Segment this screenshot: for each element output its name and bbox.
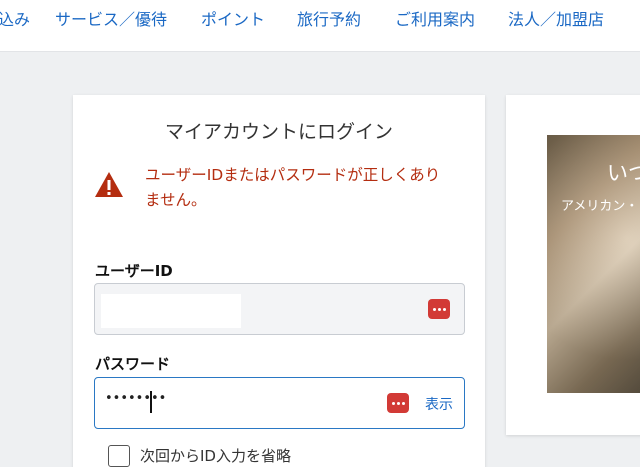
login-error-message: ユーザーIDまたはパスワードが正しくありません。 [145, 166, 441, 209]
show-password-button[interactable]: 表示 [425, 394, 453, 414]
promo-subtitle: アメリカン・ [561, 199, 639, 214]
password-field[interactable]: •••••••• 表示 [94, 377, 465, 429]
user-id-label: ユーザーID [95, 262, 173, 280]
nav-item-services[interactable]: サービス／優待 [55, 6, 167, 30]
remember-id-label: 次回からID入力を省略 [140, 447, 291, 465]
nav-item-application[interactable]: 込み [0, 6, 30, 30]
promo-title: いつ [607, 161, 640, 185]
nav-item-points[interactable]: ポイント [201, 6, 265, 30]
password-manager-icon[interactable] [387, 393, 409, 413]
promo-image[interactable]: いつ アメリカン・ [547, 135, 640, 393]
login-card: マイアカウントにログイン ユーザーIDまたはパスワードが正しくありません。 ユー… [73, 95, 485, 467]
nav-item-travel[interactable]: 旅行予約 [297, 6, 361, 30]
user-id-value [101, 294, 241, 328]
password-manager-icon[interactable] [428, 299, 450, 319]
remember-id-checkbox[interactable] [108, 445, 130, 467]
text-caret [150, 391, 152, 413]
nav-item-corporate[interactable]: 法人／加盟店 [508, 6, 604, 30]
user-id-field[interactable] [94, 283, 465, 335]
warning-triangle-icon [95, 172, 123, 197]
top-navigation: 込み サービス／優待 ポイント 旅行予約 ご利用案内 法人／加盟店 [0, 0, 640, 52]
password-value: •••••••• [105, 391, 167, 406]
nav-item-guide[interactable]: ご利用案内 [395, 6, 475, 30]
password-label: パスワード [95, 355, 171, 373]
login-title: マイアカウントにログイン [164, 121, 393, 143]
promo-card: いつ アメリカン・ [506, 95, 640, 435]
